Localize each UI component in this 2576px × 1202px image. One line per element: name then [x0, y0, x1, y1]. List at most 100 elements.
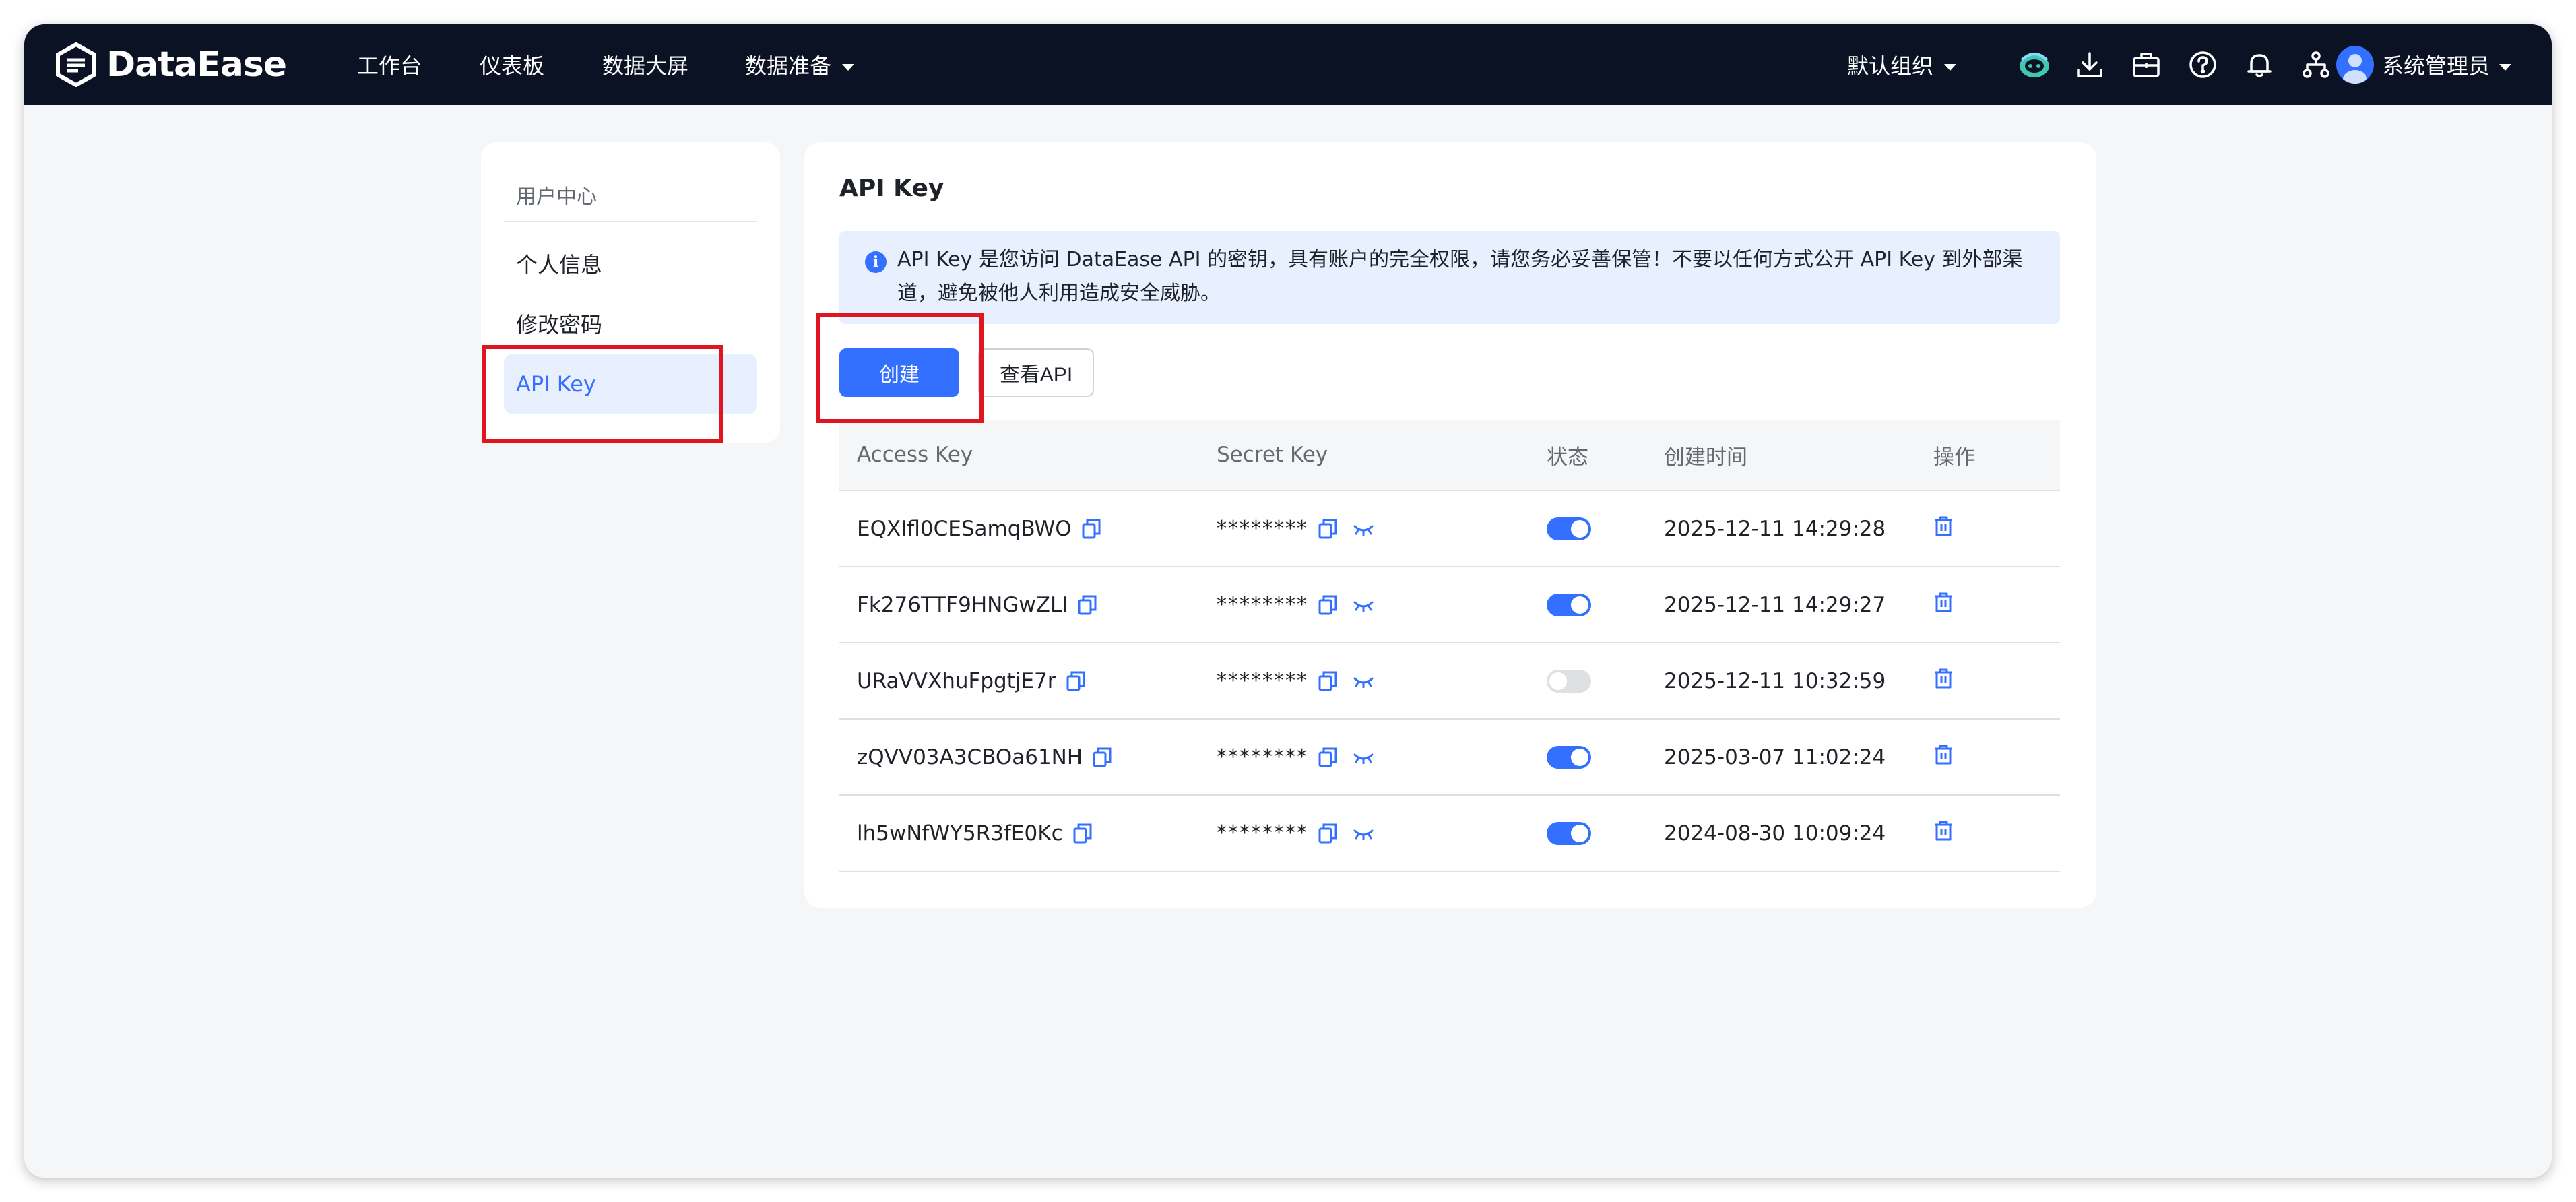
access-key-value: Fk276TTF9HNGwZLI	[857, 592, 1068, 617]
sidebar-item-label: 修改密码	[516, 312, 603, 338]
secret-key-value: ********	[1217, 593, 1308, 616]
status-cell	[1547, 643, 1591, 718]
secret-key-value: ********	[1217, 821, 1308, 845]
actions-cell	[1933, 720, 1954, 794]
toggle-knob	[1571, 596, 1588, 614]
copy-icon[interactable]	[1318, 594, 1338, 616]
info-icon: i	[865, 251, 887, 273]
copy-icon[interactable]	[1318, 518, 1338, 540]
nav-item-label: 工作台	[357, 53, 422, 79]
nav-item-data-screen[interactable]: 数据大屏	[602, 24, 688, 105]
sidebar-item-profile[interactable]: 个人信息	[504, 233, 757, 294]
bell-icon[interactable]	[2239, 44, 2280, 85]
secret-key-value: ********	[1217, 517, 1308, 540]
column-header-access-key: Access Key	[857, 443, 973, 467]
access-key-cell: lh5wNfWY5R3fE0Kc	[857, 796, 1093, 871]
access-key-value: zQVV03A3CBOa61NH	[857, 745, 1083, 769]
access-key-cell: EQXIfl0CESamqBWO	[857, 491, 1101, 566]
nav-item-label: 仪表板	[480, 53, 545, 79]
ai-assistant-icon[interactable]	[2014, 44, 2055, 85]
column-header-secret-key: Secret Key	[1217, 443, 1328, 467]
page-title: API Key	[839, 175, 944, 202]
status-toggle[interactable]	[1547, 669, 1591, 693]
chevron-down-icon	[1943, 52, 1958, 77]
secret-key-value: ********	[1217, 745, 1308, 769]
toggle-knob	[1571, 519, 1588, 538]
briefcase-icon[interactable]	[2126, 44, 2166, 85]
status-toggle[interactable]	[1547, 593, 1591, 616]
eye-closed-icon[interactable]	[1353, 827, 1374, 840]
table-body: EQXIfl0CESamqBWO ******** 2025-12-11 14:…	[839, 491, 2060, 872]
nav-item-label: 数据准备	[745, 53, 832, 79]
copy-icon[interactable]	[1077, 594, 1097, 616]
delete-icon[interactable]	[1933, 592, 1954, 619]
actions-cell	[1933, 567, 1954, 642]
eye-closed-icon[interactable]	[1353, 674, 1374, 688]
secret-key-cell: ********	[1217, 643, 1374, 718]
nav-item-label: 数据大屏	[602, 53, 689, 79]
actions-cell	[1933, 643, 1954, 718]
created-time-cell: 2025-12-11 14:29:27	[1664, 592, 1886, 617]
download-icon[interactable]	[2069, 44, 2110, 85]
access-key-value: EQXIfl0CESamqBWO	[857, 516, 1072, 541]
status-toggle[interactable]	[1547, 821, 1591, 845]
user-name: 系统管理员	[2382, 53, 2490, 79]
column-header-status: 状态	[1547, 445, 1588, 470]
toggle-knob	[1571, 748, 1588, 766]
copy-icon[interactable]	[1318, 823, 1338, 844]
created-time-cell: 2025-12-11 10:32:59	[1664, 668, 1886, 693]
toggle-knob	[1549, 672, 1567, 690]
api-key-panel: API Key i API Key 是您访问 DataEase API 的密钥，…	[804, 142, 2096, 908]
status-toggle[interactable]	[1547, 517, 1591, 540]
delete-icon[interactable]	[1933, 668, 1954, 695]
status-cell	[1547, 567, 1591, 642]
actions-cell	[1933, 491, 1954, 566]
secret-key-cell: ********	[1217, 796, 1374, 871]
table-header: Access Key Secret Key 状态 创建时间 操作	[839, 420, 2060, 491]
top-navigation-bar: DataEase 工作台 仪表板 数据大屏 数据准备 默认组织 系统管理员	[24, 24, 2552, 105]
org-label: 默认组织	[1847, 53, 1934, 79]
nav-item-data-prep[interactable]: 数据准备	[745, 24, 856, 105]
column-header-actions: 操作	[1933, 445, 1975, 470]
view-api-button[interactable]: 查看API	[978, 348, 1094, 397]
toggle-knob	[1571, 824, 1588, 842]
copy-icon[interactable]	[1318, 670, 1338, 692]
sidebar-item-label: 个人信息	[516, 252, 603, 278]
chevron-down-icon	[2498, 52, 2513, 77]
table-row: Fk276TTF9HNGwZLI ******** 2025-12-11 14:…	[839, 567, 2060, 643]
alert-text: API Key 是您访问 DataEase API 的密钥，具有账户的完全权限，…	[897, 248, 2023, 305]
copy-icon[interactable]	[1092, 747, 1112, 768]
chevron-down-icon	[841, 52, 856, 77]
eye-closed-icon[interactable]	[1353, 598, 1374, 612]
highlight-box-api-key	[482, 345, 723, 443]
eye-closed-icon[interactable]	[1353, 751, 1374, 764]
delete-icon[interactable]	[1933, 820, 1954, 847]
copy-icon[interactable]	[1072, 823, 1093, 844]
api-key-table: Access Key Secret Key 状态 创建时间 操作 EQXIfl0…	[839, 420, 2060, 872]
eye-closed-icon[interactable]	[1353, 522, 1374, 536]
column-header-created: 创建时间	[1664, 445, 1747, 470]
nav-item-workbench[interactable]: 工作台	[357, 24, 422, 105]
app-logo[interactable]: DataEase	[55, 39, 287, 90]
status-cell	[1547, 491, 1591, 566]
info-alert: i API Key 是您访问 DataEase API 的密钥，具有账户的完全权…	[839, 231, 2060, 324]
delete-icon[interactable]	[1933, 744, 1954, 771]
copy-icon[interactable]	[1081, 518, 1101, 540]
help-icon[interactable]	[2183, 44, 2223, 85]
secret-key-cell: ********	[1217, 567, 1374, 642]
copy-icon[interactable]	[1066, 670, 1086, 692]
created-time-cell: 2025-03-07 11:02:24	[1664, 745, 1886, 769]
access-key-cell: zQVV03A3CBOa61NH	[857, 720, 1112, 794]
nav-item-dashboard[interactable]: 仪表板	[480, 24, 544, 105]
status-toggle[interactable]	[1547, 745, 1591, 769]
sidebar-title: 用户中心	[516, 185, 597, 209]
user-menu[interactable]: 系统管理员	[2336, 24, 2513, 105]
org-tree-icon[interactable]	[2296, 44, 2336, 85]
org-switcher[interactable]: 默认组织	[1847, 24, 1958, 105]
copy-icon[interactable]	[1318, 747, 1338, 768]
secret-key-value: ********	[1217, 669, 1308, 693]
app-window: DataEase 工作台 仪表板 数据大屏 数据准备 默认组织 系统管理员 用户…	[24, 24, 2552, 1178]
access-key-cell: URaVVXhuFpgtjE7r	[857, 643, 1086, 718]
actions-cell	[1933, 796, 1954, 871]
delete-icon[interactable]	[1933, 515, 1954, 542]
